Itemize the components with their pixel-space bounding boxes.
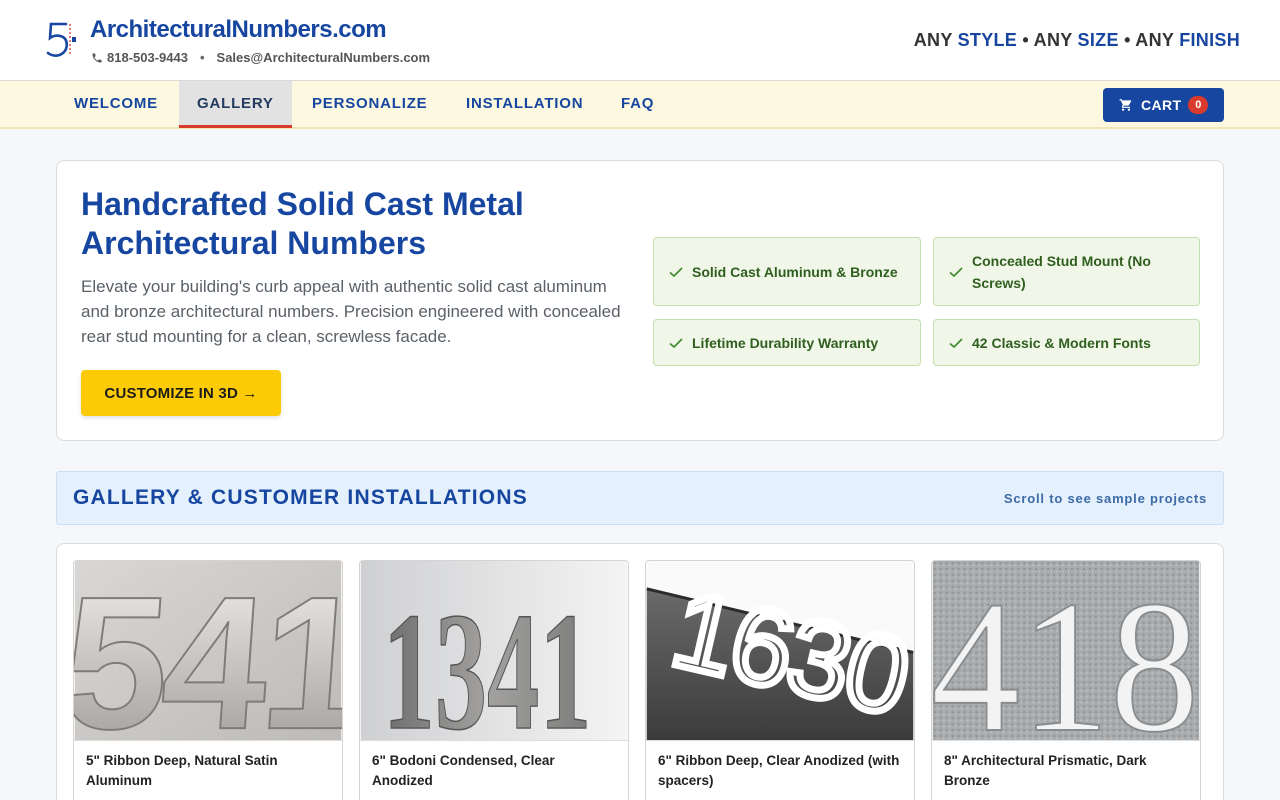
nav-welcome[interactable]: WELCOME — [56, 81, 176, 128]
gallery-photo[interactable]: 1630 — [646, 561, 914, 741]
tagline-style: STYLE — [957, 30, 1018, 50]
tagline-prefix-3: • ANY — [1118, 30, 1180, 50]
customize-3d-button[interactable]: CUSTOMIZE IN 3D → — [81, 370, 281, 416]
gallery-caption: 8" Architectural Prismatic, Dark Bronze — [944, 753, 1147, 788]
nav-personalize[interactable]: PERSONALIZE — [294, 81, 445, 128]
cart-count-badge: 0 — [1188, 96, 1209, 114]
gallery-caption: 6" Ribbon Deep, Clear Anodized (with spa… — [658, 753, 900, 788]
contact-info: 818-503-9443 • Sales@ArchitecturalNumber… — [91, 50, 430, 65]
gallery-card[interactable]: 1630 6" Ribbon Deep, Clear Anodized (wit… — [645, 560, 915, 800]
photo-digits: 541 — [74, 561, 342, 741]
nav-installation[interactable]: INSTALLATION — [448, 81, 601, 128]
feature-badge: Concealed Stud Mount (No Screws) — [933, 237, 1200, 306]
feature-label: Concealed Stud Mount (No Screws) — [972, 252, 1151, 291]
tagline-finish: FINISH — [1179, 30, 1240, 50]
feature-badge: 42 Classic & Modern Fonts — [933, 319, 1200, 366]
site-title[interactable]: ArchitecturalNumbers.com — [90, 16, 387, 44]
photo-digits: 1341 — [383, 577, 592, 741]
feature-label: Lifetime Durability Warranty — [692, 334, 879, 351]
feature-badge: Solid Cast Aluminum & Bronze — [653, 237, 921, 306]
gallery-card[interactable]: 541 5" Ribbon Deep, Natural Satin Alumin… — [73, 560, 343, 800]
gallery-photo[interactable]: 1341 — [360, 561, 628, 741]
shopping-cart-icon — [1119, 99, 1132, 111]
feature-badge: Lifetime Durability Warranty — [653, 319, 921, 366]
nav-gallery[interactable]: GALLERY — [179, 81, 292, 128]
phone-number[interactable]: 818-503-9443 — [107, 50, 188, 65]
check-icon — [669, 337, 683, 348]
site-header: ArchitecturalNumbers.com 818-503-9443 • … — [0, 0, 1280, 81]
hero-title: Handcrafted Solid Cast Metal Architectur… — [81, 186, 524, 261]
gallery-caption: 6" Bodoni Condensed, Clear Anodized — [372, 753, 555, 788]
gallery-header: GALLERY & CUSTOMER INSTALLATIONS Scroll … — [56, 471, 1224, 525]
feature-label: Solid Cast Aluminum & Bronze — [692, 263, 898, 280]
photo-digits: 418 — [932, 562, 1199, 741]
main-nav: WELCOME GALLERY PERSONALIZE INSTALLATION… — [0, 81, 1280, 129]
cart-label: CART — [1141, 97, 1182, 113]
scroll-hint: Scroll to see sample projects — [1003, 491, 1207, 506]
check-icon — [949, 266, 963, 277]
email-link[interactable]: Sales@ArchitecturalNumbers.com — [217, 50, 431, 65]
number-5-logo-icon[interactable] — [46, 20, 80, 60]
feature-label: 42 Classic & Modern Fonts — [972, 334, 1151, 351]
gallery-grid: 541 5" Ribbon Deep, Natural Satin Alumin… — [56, 543, 1224, 800]
gallery-card[interactable]: 1341 6" Bodoni Condensed, Clear Anodized — [359, 560, 629, 800]
tagline-prefix-1: ANY — [913, 30, 958, 50]
hero-panel: Handcrafted Solid Cast Metal Architectur… — [56, 160, 1224, 441]
cart-button[interactable]: CART 0 — [1103, 88, 1224, 122]
gallery-photo[interactable]: 418 — [932, 561, 1200, 741]
gallery-title: GALLERY & CUSTOMER INSTALLATIONS — [73, 486, 528, 509]
gallery-caption: 5" Ribbon Deep, Natural Satin Aluminum — [86, 753, 278, 788]
gallery-photo[interactable]: 541 — [74, 561, 342, 741]
check-icon — [949, 337, 963, 348]
nav-faq[interactable]: FAQ — [603, 81, 672, 128]
tagline: ANY STYLE • ANY SIZE • ANY FINISH — [914, 30, 1240, 51]
contact-separator: • — [199, 50, 205, 65]
tagline-prefix-2: • ANY — [1017, 30, 1078, 50]
tagline-size: SIZE — [1077, 30, 1119, 50]
phone-icon — [92, 53, 102, 62]
gallery-card[interactable]: 418 8" Architectural Prismatic, Dark Bro… — [931, 560, 1201, 800]
hero-description: Elevate your building's curb appeal with… — [81, 277, 621, 346]
check-icon — [669, 266, 683, 277]
